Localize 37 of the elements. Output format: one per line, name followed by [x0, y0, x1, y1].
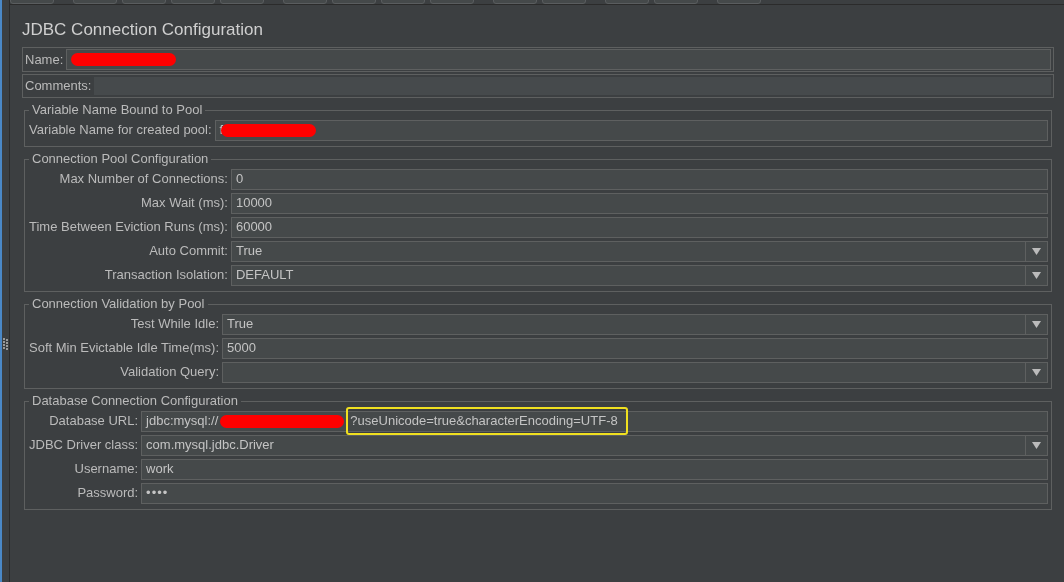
comments-field[interactable]	[94, 76, 1051, 95]
field-label: Database URL:	[48, 412, 140, 431]
dropdown[interactable]: True	[230, 240, 1048, 262]
input-field[interactable]: 10000	[230, 192, 1048, 214]
field-label: Username:	[73, 460, 140, 479]
input-field[interactable]: 0	[230, 168, 1048, 190]
dropdown[interactable]: com.mysql.jdbc.Driver	[141, 434, 1048, 456]
input-field[interactable]: jdbc:mysql:// ?useUnicode=true&characterEncoding=UTF-8	[141, 410, 1048, 432]
field-label: Test While Idle:	[129, 315, 220, 334]
password-field[interactable]: ••••	[141, 482, 1048, 504]
field-label: JDBC Driver class:	[29, 436, 140, 455]
field-label: Variable Name for created pool:	[29, 121, 213, 140]
field-label: Comments:	[25, 77, 93, 95]
caret-icon	[1032, 368, 1041, 376]
dropdown[interactable]: True	[222, 313, 1048, 335]
field-label: Auto Commit:	[148, 242, 229, 261]
field-label: Max Number of Connections:	[58, 170, 229, 189]
highlight-box: ?useUnicode=true&characterEncoding=UTF-8	[346, 407, 628, 435]
dropdown[interactable]	[222, 361, 1048, 383]
field-label: Soft Min Evictable Idle Time(ms):	[29, 339, 220, 358]
input-field[interactable]: 60000	[230, 216, 1048, 238]
panel-title: JDBC Connection Configuration	[22, 19, 264, 41]
input-field[interactable]: 5000	[222, 337, 1048, 359]
dropdown[interactable]: DEFAULT	[230, 264, 1048, 286]
field-label: Max Wait (ms):	[140, 194, 229, 213]
input-field[interactable]: work	[141, 458, 1048, 480]
field-label: Password:	[76, 484, 140, 503]
field-label: Name:	[25, 50, 65, 69]
caret-icon	[1032, 320, 1041, 328]
caret-icon	[1032, 247, 1041, 255]
field-label: Time Between Eviction Runs (ms):	[29, 218, 229, 237]
field-label: Validation Query:	[119, 363, 220, 382]
caret-icon	[1032, 441, 1041, 449]
field-label: Transaction Isolation:	[103, 266, 229, 285]
caret-icon	[1032, 271, 1041, 279]
name-field[interactable]	[66, 49, 1051, 70]
grip-icon[interactable]	[3, 338, 9, 350]
